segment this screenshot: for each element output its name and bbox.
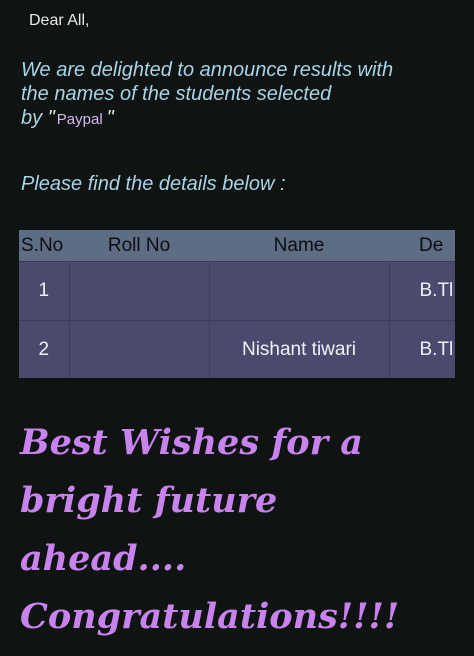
company-name: Paypal (56, 111, 103, 128)
open-quote: " (47, 107, 55, 129)
wishes-line-4: Congratulations!!!! (20, 596, 400, 637)
cell-department: B.Tl (389, 320, 455, 378)
greeting-text: Dear All, (29, 12, 90, 29)
intro-paragraph: We are delighted to announce results wit… (21, 58, 461, 132)
cell-sno: 1 (19, 261, 70, 321)
results-table: S.No Roll No Name De 1 B.Tl 2 Nishant ti… (19, 230, 455, 378)
cell-name (209, 261, 390, 321)
table-row: 2 Nishant tiwari B.Tl (19, 320, 455, 378)
header-name: Name (209, 230, 389, 262)
table-row: 1 B.Tl (19, 261, 455, 321)
wishes-line-1: Best Wishes for a (20, 422, 363, 463)
table-header-row: S.No Roll No Name De (19, 230, 455, 262)
intro-line-1: We are delighted to announce results wit… (21, 59, 394, 81)
wishes-line-3: ahead.... (20, 538, 187, 579)
cell-sno: 2 (19, 320, 70, 378)
cell-name: Nishant tiwari (209, 320, 390, 378)
cell-roll-no (69, 261, 210, 321)
intro-line-2: the names of the students selected (21, 83, 332, 105)
wishes-line-2: bright future (20, 480, 278, 521)
cell-department: B.Tl (389, 261, 455, 321)
cell-roll-no (69, 320, 210, 378)
header-department: De (389, 230, 455, 262)
results-table-container: S.No Roll No Name De 1 B.Tl 2 Nishant ti… (19, 230, 455, 378)
intro-by: by (21, 107, 43, 129)
header-roll-no: Roll No (69, 230, 209, 262)
wishes-message: Best Wishes for a bright future ahead...… (20, 414, 470, 646)
intro-line-3: by " Paypal " (21, 106, 461, 132)
header-sno: S.No (19, 230, 69, 262)
close-quote: " (106, 107, 114, 129)
details-text: Please find the details below : (21, 173, 286, 195)
